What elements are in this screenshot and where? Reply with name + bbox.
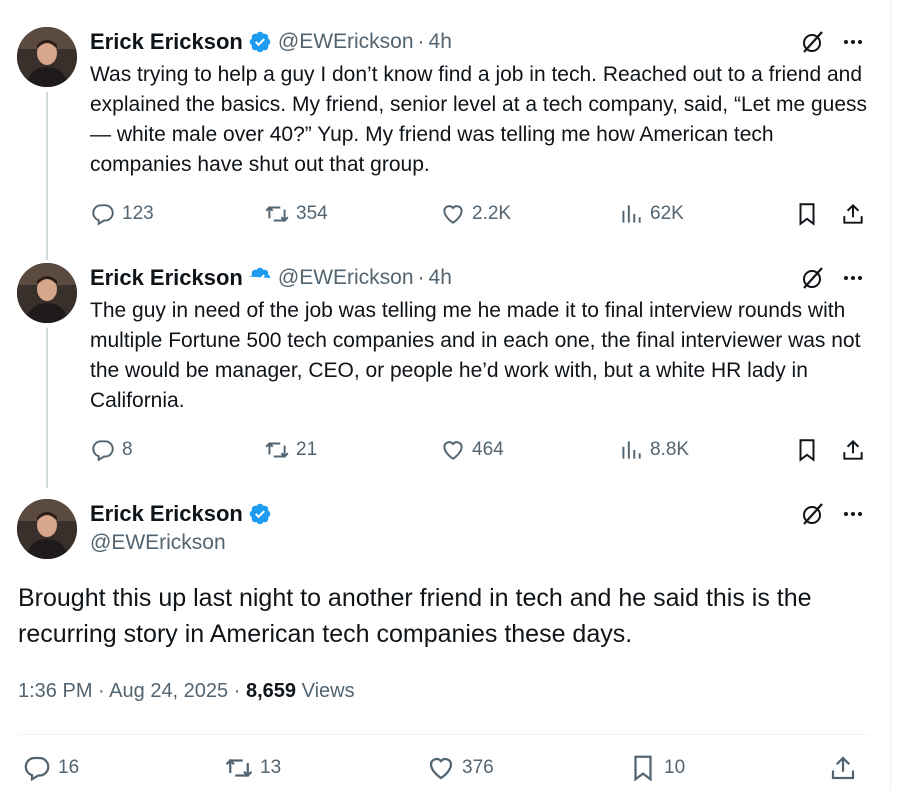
- views-icon: [622, 205, 641, 223]
- reply-icon: [92, 440, 114, 462]
- verified-badge-icon: [248, 502, 272, 526]
- heart-icon: [429, 757, 453, 780]
- repost-icon: [265, 442, 289, 458]
- repost-button[interactable]: 21: [264, 434, 317, 466]
- views-button[interactable]: 8.8K: [618, 434, 689, 466]
- views-label: Views: [301, 680, 355, 702]
- like-button[interactable]: 376: [426, 752, 494, 784]
- tweet-actions: 16 13 376 10: [18, 752, 868, 788]
- reply-count: 123: [122, 203, 154, 224]
- more-icon[interactable]: [840, 265, 866, 291]
- bookmark-button[interactable]: [794, 198, 826, 230]
- tweet-date[interactable]: Aug 24, 2025: [109, 680, 228, 702]
- reply-count: 8: [122, 439, 133, 460]
- share-icon: [843, 203, 863, 224]
- grok-icon[interactable]: [800, 29, 826, 55]
- views-button[interactable]: 62K: [618, 198, 684, 230]
- repost-count: 21: [296, 439, 318, 460]
- author-name[interactable]: Erick Erickson: [90, 501, 243, 527]
- author-handle[interactable]: @EWErickson: [278, 266, 414, 290]
- grok-icon[interactable]: [800, 265, 826, 291]
- bookmark-icon: [799, 439, 815, 462]
- like-button[interactable]: 2.2K: [440, 198, 511, 230]
- repost-count: 13: [260, 757, 282, 778]
- tweet-text: The guy in need of the job was telling m…: [90, 299, 861, 412]
- tweet-time[interactable]: 1:36 PM: [18, 680, 92, 702]
- views-count: 62K: [650, 203, 684, 224]
- tweet-actions: 123 354 2.2K 62K: [88, 198, 878, 230]
- divider: [18, 734, 868, 735]
- repost-count: 354: [296, 203, 328, 224]
- tweet-header: Erick Erickson @EWErickson · 4h: [90, 28, 452, 56]
- like-count: 2.2K: [472, 203, 512, 224]
- bookmark-count: 10: [664, 757, 686, 778]
- heart-icon: [443, 205, 463, 224]
- heart-icon: [443, 441, 463, 460]
- separator-dot: ·: [233, 680, 241, 702]
- author-name[interactable]: Erick Erickson: [90, 29, 243, 55]
- author-handle[interactable]: @EWErickson: [278, 30, 414, 54]
- more-icon[interactable]: [840, 501, 866, 527]
- verified-badge-icon: [248, 30, 272, 54]
- avatar[interactable]: [17, 499, 77, 559]
- tweet-actions: 8 21 464 8.8K: [88, 434, 878, 466]
- views-count: 8.8K: [650, 439, 690, 460]
- repost-button[interactable]: 13: [224, 752, 281, 784]
- reply-button[interactable]: 123: [90, 198, 154, 230]
- author-handle[interactable]: @EWErickson: [90, 531, 226, 555]
- avatar[interactable]: [17, 263, 77, 323]
- thread-connector: [46, 92, 48, 260]
- thread-connector: [46, 328, 48, 488]
- grok-icon[interactable]: [800, 501, 826, 527]
- share-icon: [831, 756, 855, 780]
- tweet-meta: 1:36 PM · Aug 24, 2025 · 8,659 Views: [18, 680, 355, 703]
- bookmark-icon: [799, 203, 815, 226]
- repost-icon: [265, 206, 289, 222]
- reply-button[interactable]: 8: [90, 434, 133, 466]
- like-button[interactable]: 464: [440, 434, 504, 466]
- tweet-time[interactable]: 4h: [429, 30, 452, 54]
- like-count: 464: [472, 439, 504, 460]
- thread-tweet-2[interactable]: Erick Erickson @EWErickson · 4h The guy …: [0, 236, 890, 488]
- verified-badge-icon: [248, 266, 272, 290]
- bookmark-button[interactable]: [794, 434, 826, 466]
- share-button[interactable]: [828, 752, 864, 784]
- tweet-header: Erick Erickson @EWErickson · 4h: [90, 264, 452, 292]
- separator-dot: ·: [417, 30, 425, 53]
- share-icon: [843, 439, 863, 460]
- share-button[interactable]: [840, 434, 872, 466]
- tweet-text: Was trying to help a guy I don’t know fi…: [90, 63, 868, 176]
- share-button[interactable]: [840, 198, 872, 230]
- like-count: 376: [462, 757, 494, 778]
- thread-tweet-1[interactable]: Erick Erickson @EWErickson · 4h Was tryi…: [0, 0, 890, 260]
- more-icon[interactable]: [840, 29, 866, 55]
- reply-count: 16: [58, 757, 80, 778]
- views-icon: [622, 441, 641, 459]
- bookmark-button[interactable]: 10: [628, 752, 685, 784]
- repost-icon: [225, 758, 253, 778]
- tweet-text: Brought this up last night to another fr…: [18, 584, 812, 648]
- bookmark-icon: [634, 755, 652, 782]
- tweet-time[interactable]: 4h: [429, 266, 452, 290]
- reply-button[interactable]: 16: [22, 752, 79, 784]
- views-count: 8,659: [245, 680, 297, 702]
- author-name[interactable]: Erick Erickson: [90, 265, 243, 291]
- avatar[interactable]: [17, 27, 77, 87]
- separator-dot: ·: [98, 680, 105, 702]
- repost-button[interactable]: 354: [264, 198, 328, 230]
- separator-dot: ·: [417, 266, 425, 289]
- reply-icon: [92, 204, 114, 226]
- reply-icon: [24, 756, 50, 782]
- tweet-header: Erick Erickson: [90, 500, 272, 528]
- right-border: [890, 0, 891, 790]
- main-tweet: Erick Erickson @EWErickson Brought this …: [0, 472, 890, 790]
